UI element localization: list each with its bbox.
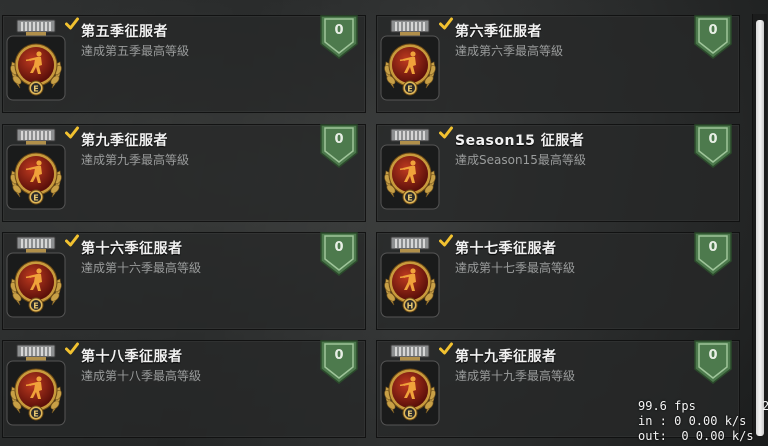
rank-shield-icon: 0 bbox=[319, 231, 359, 277]
achievement-description: 達成Season15最高等級 bbox=[455, 153, 586, 167]
medal-emblem-letter: E bbox=[33, 194, 38, 203]
checkmark-icon bbox=[439, 341, 453, 355]
conqueror-medal-icon: E bbox=[380, 18, 440, 102]
conqueror-medal-icon: E bbox=[6, 235, 66, 319]
medal-emblem-letter: H bbox=[407, 302, 414, 311]
achievement-title: 第六季征服者 bbox=[455, 24, 542, 40]
achievement-description: 達成第九季最高等級 bbox=[81, 153, 190, 167]
achievement-count: 0 bbox=[708, 240, 718, 255]
achievement-title: 第十六季征服者 bbox=[81, 241, 183, 257]
scrollbar[interactable] bbox=[752, 14, 767, 438]
achievement-description: 達成第十九季最高等級 bbox=[455, 369, 576, 383]
conqueror-medal-icon: E bbox=[6, 127, 66, 211]
achievement-title: 第十九季征服者 bbox=[455, 349, 557, 365]
conqueror-medal-icon: E bbox=[6, 18, 66, 102]
achievement-card[interactable]: E 第十六季征服者 達成第十六季最高等級 0 bbox=[2, 232, 366, 330]
medal-emblem-letter: E bbox=[33, 85, 38, 94]
net-stats: 99.6 fps in : 0 0.00 k/s out: 0 0.00 k/s bbox=[638, 399, 754, 444]
achievement-description: 達成第十八季最高等級 bbox=[81, 369, 202, 383]
rank-shield-icon: 0 bbox=[319, 123, 359, 169]
fps-readout: 99.6 fps bbox=[638, 399, 696, 413]
achievement-count: 0 bbox=[334, 23, 344, 38]
achievement-card[interactable]: E 第十八季征服者 達成第十八季最高等級 0 bbox=[2, 340, 366, 438]
achievement-card[interactable]: H 第十七季征服者 達成第十七季最高等級 0 bbox=[376, 232, 740, 330]
scrollbar-thumb[interactable] bbox=[756, 20, 764, 436]
rank-shield-icon: 0 bbox=[693, 231, 733, 277]
achievement-title: 第九季征服者 bbox=[81, 133, 168, 149]
achievement-count: 0 bbox=[708, 23, 718, 38]
medal-emblem-letter: E bbox=[407, 410, 412, 419]
achievement-count: 0 bbox=[708, 132, 718, 147]
achievement-count: 0 bbox=[334, 348, 344, 363]
rank-shield-icon: 0 bbox=[319, 14, 359, 60]
net-out-readout: out: 0 0.00 k/s bbox=[638, 429, 754, 443]
achievement-count: 0 bbox=[334, 132, 344, 147]
checkmark-icon bbox=[65, 341, 79, 355]
medal-emblem-letter: E bbox=[407, 85, 412, 94]
checkmark-icon bbox=[65, 233, 79, 247]
conqueror-medal-icon: E bbox=[380, 343, 440, 427]
rank-shield-icon: 0 bbox=[693, 123, 733, 169]
achievement-description: 達成第六季最高等級 bbox=[455, 44, 564, 58]
achievement-description: 達成第十六季最高等級 bbox=[81, 261, 202, 275]
achievement-count: 0 bbox=[708, 348, 718, 363]
checkmark-icon bbox=[65, 125, 79, 139]
achievement-title: 第五季征服者 bbox=[81, 24, 168, 40]
achievement-card[interactable]: E 第五季征服者 達成第五季最高等級 0 bbox=[2, 15, 366, 113]
checkmark-icon bbox=[439, 16, 453, 30]
rank-shield-icon: 0 bbox=[319, 339, 359, 385]
conqueror-medal-icon: E bbox=[6, 343, 66, 427]
medal-emblem-letter: E bbox=[407, 194, 412, 203]
extra-stat: 2 bbox=[762, 399, 768, 413]
checkmark-icon bbox=[439, 233, 453, 247]
achievement-card[interactable]: E Season15 征服者 達成Season15最高等級 0 bbox=[376, 124, 740, 222]
achievement-card[interactable]: E 第六季征服者 達成第六季最高等級 0 bbox=[376, 15, 740, 113]
checkmark-icon bbox=[439, 125, 453, 139]
medal-emblem-letter: E bbox=[33, 302, 38, 311]
rank-shield-icon: 0 bbox=[693, 339, 733, 385]
achievement-description: 達成第十七季最高等級 bbox=[455, 261, 576, 275]
net-in-readout: in : 0 0.00 k/s bbox=[638, 414, 747, 428]
checkmark-icon bbox=[65, 16, 79, 30]
achievement-title: 第十八季征服者 bbox=[81, 349, 183, 365]
achievement-description: 達成第五季最高等級 bbox=[81, 44, 190, 58]
achievement-card[interactable]: E 第九季征服者 達成第九季最高等級 0 bbox=[2, 124, 366, 222]
rank-shield-icon: 0 bbox=[693, 14, 733, 60]
medal-emblem-letter: E bbox=[33, 410, 38, 419]
conqueror-medal-icon: E bbox=[380, 127, 440, 211]
achievement-count: 0 bbox=[334, 240, 344, 255]
achievement-title: Season15 征服者 bbox=[455, 133, 585, 149]
achievement-title: 第十七季征服者 bbox=[455, 241, 557, 257]
conqueror-medal-icon: H bbox=[380, 235, 440, 319]
